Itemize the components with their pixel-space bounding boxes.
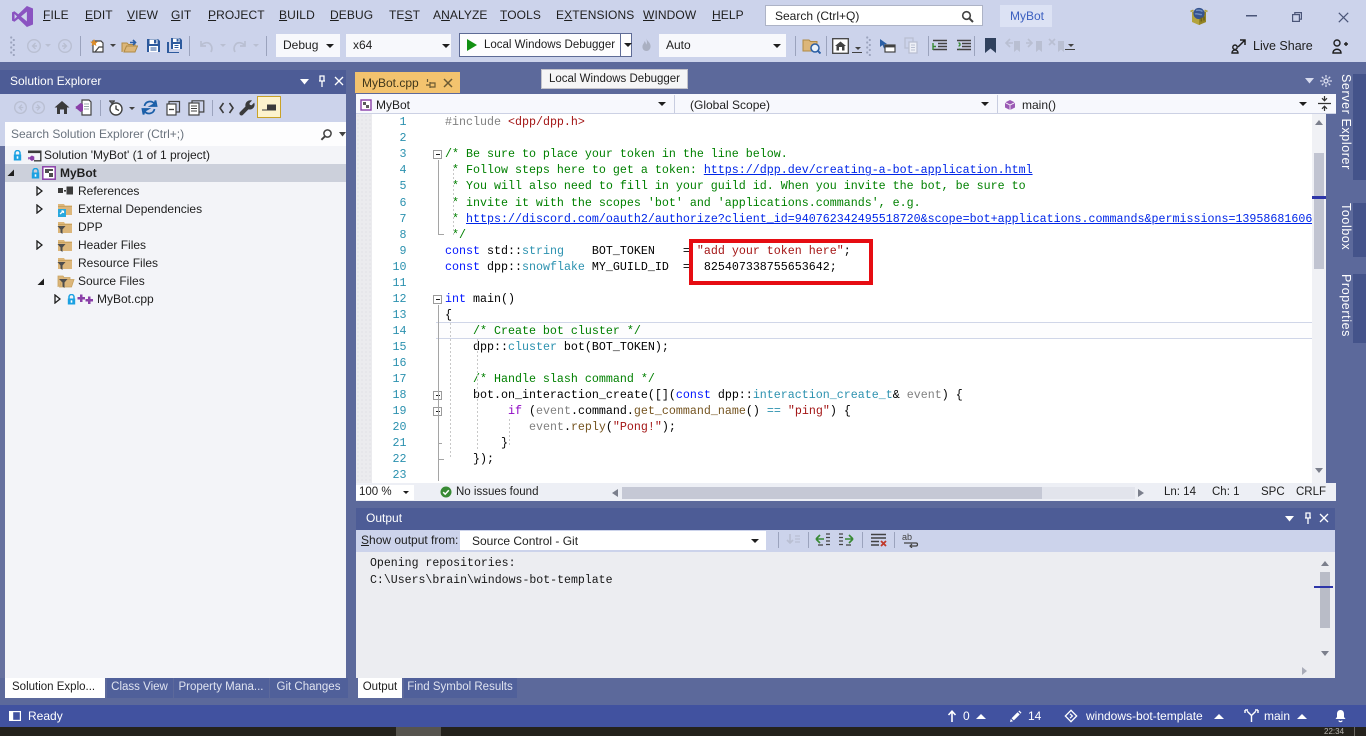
svg-text:ab: ab <box>902 532 912 542</box>
